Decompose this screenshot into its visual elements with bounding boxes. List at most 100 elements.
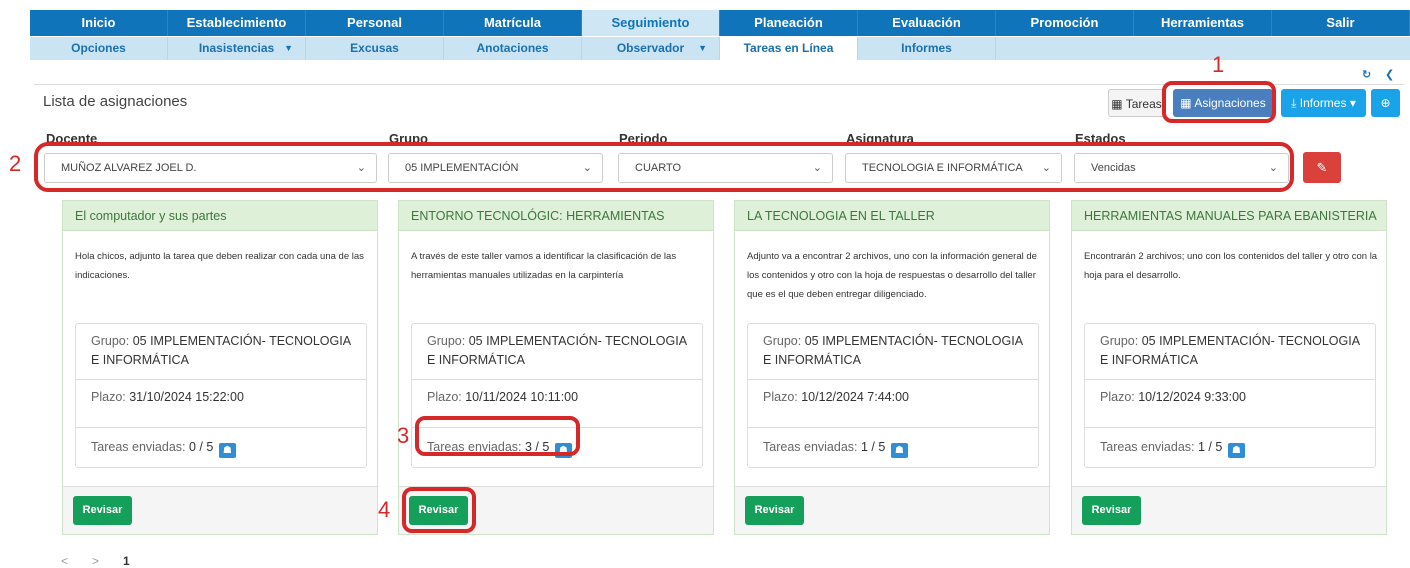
card-plazo: Plazo: 10/12/2024 9:33:00 bbox=[1085, 380, 1375, 428]
grupo-label: Grupo: bbox=[763, 334, 802, 348]
enviadas-value: 0 / 5 bbox=[189, 440, 214, 454]
informes-label: Informes bbox=[1299, 96, 1347, 110]
page-title: Lista de asignaciones bbox=[43, 93, 188, 110]
informes-button[interactable]: ⤓ Informes ▾ bbox=[1281, 89, 1366, 117]
subnav-opciones[interactable]: Opciones bbox=[30, 37, 168, 60]
caret-down-icon: ▾ bbox=[1349, 96, 1356, 110]
card-grupo: Grupo: 05 IMPLEMENTACIÓN- TECNOLOGIA E I… bbox=[76, 324, 366, 380]
nav-personal[interactable]: Personal bbox=[306, 10, 444, 36]
plazo-label: Plazo: bbox=[1100, 390, 1135, 404]
subnav-label: Excusas bbox=[350, 41, 399, 55]
tareas-button[interactable]: ▦ Tareas bbox=[1108, 89, 1165, 117]
nav-seguimiento[interactable]: Seguimiento bbox=[582, 10, 720, 36]
card-footer: Revisar bbox=[1072, 486, 1386, 534]
grupo-value: 05 IMPLEMENTACIÓN- TECNOLOGIA E INFORMÁT… bbox=[91, 334, 351, 367]
plazo-label: Plazo: bbox=[91, 390, 126, 404]
plazo-value: 31/10/2024 15:22:00 bbox=[129, 390, 244, 404]
card-details: Grupo: 05 IMPLEMENTACIÓN- TECNOLOGIA E I… bbox=[1084, 323, 1376, 468]
nav-inicio[interactable]: Inicio bbox=[30, 10, 168, 36]
enviadas-value: 1 / 5 bbox=[861, 440, 886, 454]
grid-icon: ▦ bbox=[1111, 97, 1123, 111]
eraser-icon: ✎ bbox=[1316, 160, 1328, 175]
card-plazo: Plazo: 31/10/2024 15:22:00 bbox=[76, 380, 366, 428]
annotation-box-4 bbox=[402, 487, 476, 533]
card-title: LA TECNOLOGIA EN EL TALLER bbox=[735, 201, 1049, 231]
revisar-button[interactable]: Revisar bbox=[1082, 496, 1141, 525]
nav-promocion[interactable]: Promoción bbox=[996, 10, 1134, 36]
grupo-value: 05 IMPLEMENTACIÓN- TECNOLOGIA E INFORMÁT… bbox=[763, 334, 1023, 367]
card-title: ENTORNO TECNOLÓGIC: HERRAMIENTAS bbox=[399, 201, 713, 231]
students-icon[interactable]: ☗ bbox=[218, 443, 236, 458]
clear-filters-button[interactable]: ✎ bbox=[1303, 152, 1341, 183]
card-details: Grupo: 05 IMPLEMENTACIÓN- TECNOLOGIA E I… bbox=[747, 323, 1039, 468]
globe-button[interactable]: ⊕ bbox=[1371, 89, 1400, 117]
nav-herramientas[interactable]: Herramientas bbox=[1134, 10, 1272, 36]
assignment-card: ENTORNO TECNOLÓGIC: HERRAMIENTAS A travé… bbox=[398, 200, 714, 535]
caret-down-icon: ▼ bbox=[698, 43, 707, 53]
annotation-number-4: 4 bbox=[378, 497, 391, 522]
card-title: El computador y sus partes bbox=[63, 201, 377, 231]
grupo-label: Grupo: bbox=[427, 334, 466, 348]
plazo-label: Plazo: bbox=[763, 390, 798, 404]
card-description: A través de este taller vamos a identifi… bbox=[411, 251, 677, 281]
enviadas-value: 1 / 5 bbox=[1198, 440, 1223, 454]
tareas-label: Tareas bbox=[1125, 97, 1162, 111]
grupo-label: Grupo: bbox=[91, 334, 130, 348]
collapse-icon[interactable]: ❮ bbox=[1385, 68, 1394, 81]
card-plazo: Plazo: 10/12/2024 7:44:00 bbox=[748, 380, 1038, 428]
nav-salir[interactable]: Salir bbox=[1272, 10, 1410, 36]
card-grupo: Grupo: 05 IMPLEMENTACIÓN- TECNOLOGIA E I… bbox=[748, 324, 1038, 380]
assignment-card: HERRAMIENTAS MANUALES PARA EBANISTERIA E… bbox=[1071, 200, 1387, 535]
subnav-inasistencias[interactable]: Inasistencias ▼ bbox=[168, 37, 306, 60]
enviadas-label: Tareas enviadas: bbox=[1100, 440, 1195, 454]
card-grupo: Grupo: 05 IMPLEMENTACIÓN- TECNOLOGIA E I… bbox=[412, 324, 702, 380]
subnav-label: Observador bbox=[616, 41, 685, 55]
card-enviadas: Tareas enviadas: 1 / 5 ☗ bbox=[748, 428, 1038, 468]
pager-next[interactable]: > bbox=[92, 554, 99, 568]
nav-matricula[interactable]: Matrícula bbox=[444, 10, 582, 36]
card-enviadas: Tareas enviadas: 0 / 5 ☗ bbox=[76, 428, 366, 468]
grupo-label: Grupo: bbox=[1100, 334, 1139, 348]
download-icon: ⤓ bbox=[1291, 96, 1297, 110]
grupo-value: 05 IMPLEMENTACIÓN- TECNOLOGIA E INFORMÁT… bbox=[427, 334, 687, 367]
card-description: Adjunto va a encontrar 2 archivos, uno c… bbox=[747, 251, 1037, 300]
pager-prev[interactable]: < bbox=[61, 554, 68, 568]
card-description: Encontrarán 2 archivos; uno con los cont… bbox=[1084, 251, 1378, 281]
refresh-icon[interactable]: ↻ bbox=[1362, 68, 1371, 81]
subnav-informes[interactable]: Informes bbox=[858, 37, 996, 60]
students-icon[interactable]: ☗ bbox=[890, 443, 908, 458]
subnav-label: Opciones bbox=[71, 41, 126, 55]
plazo-label: Plazo: bbox=[427, 390, 462, 404]
subnav-tareas-en-linea[interactable]: Tareas en Línea bbox=[720, 37, 858, 60]
card-description: Hola chicos, adjunto la tarea que deben … bbox=[75, 251, 364, 281]
annotation-box-3 bbox=[415, 416, 580, 456]
plazo-value: 10/12/2024 9:33:00 bbox=[1138, 390, 1246, 404]
subnav-observador[interactable]: Observador ▼ bbox=[582, 37, 720, 60]
subnav-label: Tareas en Línea bbox=[743, 41, 834, 55]
sub-nav: Opciones Inasistencias ▼ Excusas Anotacio… bbox=[30, 37, 1410, 60]
nav-evaluacion[interactable]: Evaluación bbox=[858, 10, 996, 36]
card-title: HERRAMIENTAS MANUALES PARA EBANISTERIA bbox=[1072, 201, 1386, 231]
enviadas-label: Tareas enviadas: bbox=[763, 440, 858, 454]
enviadas-label: Tareas enviadas: bbox=[91, 440, 186, 454]
revisar-button[interactable]: Revisar bbox=[73, 496, 132, 525]
nav-planeacion[interactable]: Planeación bbox=[720, 10, 858, 36]
annotation-number-3: 3 bbox=[397, 423, 410, 448]
pager-current[interactable]: 1 bbox=[123, 554, 130, 568]
main-nav: Inicio Establecimiento Personal Matrícul… bbox=[30, 10, 1410, 36]
assignment-card: El computador y sus partes Hola chicos, … bbox=[62, 200, 378, 535]
subnav-excusas[interactable]: Excusas bbox=[306, 37, 444, 60]
nav-establecimiento[interactable]: Establecimiento bbox=[168, 10, 306, 36]
card-grupo: Grupo: 05 IMPLEMENTACIÓN- TECNOLOGIA E I… bbox=[1085, 324, 1375, 380]
revisar-button[interactable]: Revisar bbox=[745, 496, 804, 525]
card-enviadas: Tareas enviadas: 1 / 5 ☗ bbox=[1085, 428, 1375, 468]
assignment-card: LA TECNOLOGIA EN EL TALLER Adjunto va a … bbox=[734, 200, 1050, 535]
annotation-number-1: 1 bbox=[1212, 52, 1225, 77]
globe-icon: ⊕ bbox=[1380, 96, 1391, 110]
subnav-anotaciones[interactable]: Anotaciones bbox=[444, 37, 582, 60]
students-icon[interactable]: ☗ bbox=[1227, 443, 1245, 458]
annotation-number-2: 2 bbox=[9, 151, 22, 176]
subnav-label: Anotaciones bbox=[476, 41, 549, 55]
grupo-value: 05 IMPLEMENTACIÓN- TECNOLOGIA E INFORMÁT… bbox=[1100, 334, 1360, 367]
caret-down-icon: ▼ bbox=[284, 43, 293, 53]
